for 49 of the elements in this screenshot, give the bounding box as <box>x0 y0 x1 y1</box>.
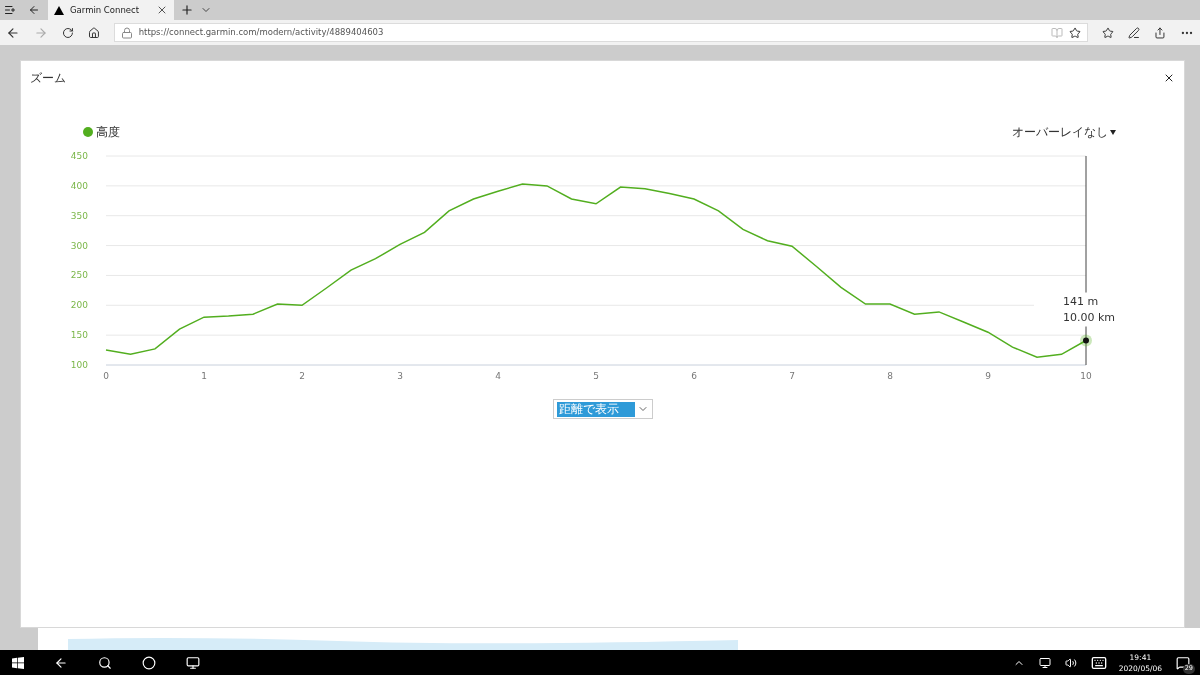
x-tick-label: 8 <box>887 371 893 381</box>
volume-icon[interactable] <box>1064 656 1077 669</box>
star-icon[interactable] <box>1069 26 1082 39</box>
x-tick-label: 10 <box>1080 371 1092 381</box>
keyboard-icon[interactable] <box>1090 654 1107 671</box>
lock-icon <box>120 26 133 39</box>
back-icon[interactable] <box>6 25 20 40</box>
y-tick-label: 450 <box>70 151 88 161</box>
hover-point <box>1080 334 1092 347</box>
search-icon[interactable] <box>98 655 112 670</box>
home-icon[interactable] <box>87 26 100 39</box>
windows-logo-icon[interactable] <box>12 656 24 669</box>
x-tick-label: 9 <box>985 371 991 381</box>
x-tick-label: 3 <box>397 371 403 381</box>
select-value: 距離で表示 <box>556 401 635 417</box>
caret-icon <box>1110 129 1116 135</box>
close-icon[interactable] <box>156 4 168 16</box>
x-tick-label: 0 <box>103 371 109 381</box>
y-tick-label: 200 <box>70 300 88 311</box>
browser-tab[interactable]: Garmin Connect <box>48 0 174 20</box>
y-tick-label: 250 <box>70 270 88 281</box>
url-text: https://connect.garmin.com/modern/activity/4889404603 <box>138 26 384 39</box>
y-tick-label: 400 <box>70 180 88 191</box>
x-tick-label: 5 <box>593 371 599 381</box>
x-tick-label: 2 <box>299 371 305 381</box>
y-tick-label: 150 <box>70 330 88 341</box>
favorites-icon[interactable] <box>1102 26 1115 39</box>
x-tick-label: 6 <box>691 371 697 381</box>
new-tab-icon[interactable] <box>180 3 194 17</box>
share-icon[interactable] <box>1154 26 1167 39</box>
triangle-logo-icon <box>54 5 64 15</box>
tab-title: Garmin Connect <box>70 3 140 17</box>
legend-label: 高度 <box>96 124 120 141</box>
x-tick-label: 7 <box>789 371 795 381</box>
dialog-title: ズーム <box>30 70 66 87</box>
close-icon[interactable] <box>1163 72 1175 84</box>
tooltip-text: 141 m <box>1063 294 1099 308</box>
overlay-dropdown[interactable]: オーバーレイなし <box>1012 123 1116 141</box>
y-tick-label: 350 <box>70 210 88 221</box>
network-icon[interactable] <box>1038 656 1051 669</box>
pen-icon[interactable] <box>1128 26 1141 39</box>
x-tick-label: 4 <box>495 371 501 381</box>
tooltip-text: 10.00 km <box>1063 310 1116 324</box>
back-icon[interactable] <box>54 655 68 670</box>
x-tick-label: 1 <box>201 371 207 381</box>
address-field[interactable]: https://connect.garmin.com/modern/activity/4889404603 <box>113 23 1089 42</box>
refresh-icon[interactable] <box>61 26 74 39</box>
y-tick-label: 100 <box>70 360 88 370</box>
y-tick-label: 300 <box>70 240 88 251</box>
